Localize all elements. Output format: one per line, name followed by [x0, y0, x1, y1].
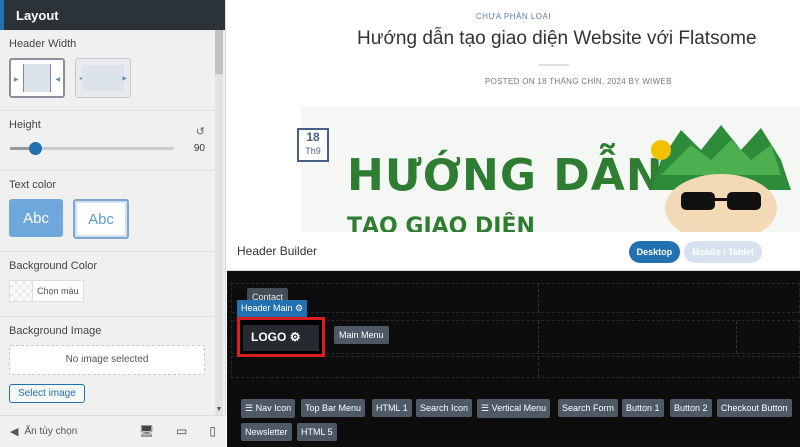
gear-icon[interactable]: ⚙	[295, 303, 303, 313]
button1-element[interactable]: Button 1	[622, 399, 664, 417]
header-width-label: Header Width	[9, 38, 77, 50]
header-main-text: Header Main	[241, 303, 293, 313]
scroll-down-icon[interactable]: ▼	[215, 406, 223, 413]
html1-element[interactable]: HTML 1	[372, 399, 412, 417]
nav-icon-element[interactable]: ☰ Nav Icon	[241, 399, 296, 418]
select-image-button[interactable]: Select image	[9, 384, 85, 403]
newsletter-element[interactable]: Newsletter	[241, 423, 292, 441]
text-color-label: Text color	[9, 179, 57, 191]
logo-highlight: LOGO ⚙	[237, 317, 325, 357]
header-width-full-option[interactable]: ◀ ▶	[75, 58, 131, 98]
text-color-dark-option[interactable]: Abc	[73, 199, 129, 239]
banner-heading: HƯỚNG DẪN	[347, 150, 664, 201]
arrow-left-icon: ▶	[14, 77, 19, 83]
desktop-preview-icon[interactable]: 🖥	[139, 424, 154, 438]
collapse-icon[interactable]: ◀	[10, 425, 18, 438]
html5-element[interactable]: HTML 5	[297, 423, 337, 441]
vertical-menu-element[interactable]: ☰ Vertical Menu	[477, 399, 551, 418]
reset-icon[interactable]: ↺	[196, 125, 205, 138]
text-color-section: Text color Abc Abc	[0, 171, 214, 252]
text-color-light-option[interactable]: Abc	[9, 199, 63, 237]
main-menu-element[interactable]: Main Menu	[334, 326, 389, 344]
customizer-panel: Layout Header Width ▶ ◀ ◀ ▶ Height ↺	[0, 0, 226, 447]
slider-handle[interactable]	[28, 142, 42, 155]
desktop-tab[interactable]: Desktop	[628, 241, 681, 263]
arrow-right-icon: ◀	[55, 77, 60, 83]
gear-icon[interactable]: ⚙	[290, 330, 301, 344]
panel-scrollbar[interactable]: ▼	[215, 30, 223, 415]
site-preview: CHƯA PHÂN LOẠI Hướng dẫn tạo giao diện W…	[227, 0, 800, 447]
button2-element[interactable]: Button 2	[670, 399, 712, 417]
post-category[interactable]: CHƯA PHÂN LOẠI	[227, 12, 800, 21]
image-placeholder: No image selected	[9, 345, 205, 375]
tablet-preview-icon[interactable]: ▭	[176, 424, 187, 438]
header-bottom-row	[231, 356, 800, 378]
checkout-button-element[interactable]: Checkout Button	[717, 399, 792, 417]
search-icon-element[interactable]: Search Icon	[416, 399, 473, 417]
title-divider	[539, 64, 569, 66]
bg-image-section: Background Image No image selected Selec…	[0, 317, 214, 403]
arrow-right-icon: ▶	[122, 76, 127, 82]
color-swatch[interactable]	[9, 280, 33, 302]
header-width-section: Header Width ▶ ◀ ◀ ▶	[0, 30, 214, 111]
post-meta: POSTED ON 18 THÁNG CHÍN, 2024 BY WIWEB	[485, 77, 672, 86]
bg-color-section: Background Color Chọn màu	[0, 252, 214, 317]
panel-footer: ◀ Ẩn tùy chọn 🖥 ▭ ▯	[0, 415, 226, 447]
height-label: Height	[9, 119, 41, 131]
featured-image: HƯỚNG DẪN TẠO GIAO DIỆN	[301, 106, 800, 240]
options-scroll-area: Header Width ▶ ◀ ◀ ▶ Height ↺	[0, 30, 214, 415]
header-builder-toolbar: Header Builder Desktop Mobile / Tablet	[227, 232, 800, 271]
choose-color-button[interactable]: Chọn màu	[33, 280, 84, 302]
height-section: Height ↺ 90	[0, 111, 214, 171]
section-header[interactable]: Layout	[0, 0, 225, 30]
hide-options-link[interactable]: Ẩn tùy chọn	[24, 426, 77, 437]
mobile-preview-icon[interactable]: ▯	[209, 424, 216, 438]
top-bar-row	[231, 283, 800, 313]
header-main-label[interactable]: Header Main ⚙	[237, 300, 308, 317]
height-value: 90	[193, 143, 205, 154]
logo-label: LOGO	[251, 330, 287, 344]
height-slider[interactable]	[10, 142, 174, 155]
date-day: 18	[306, 130, 320, 144]
date-month: Th9	[305, 146, 321, 156]
header-builder: Header Builder Desktop Mobile / Tablet C…	[227, 232, 800, 447]
mascot-illustration	[651, 125, 791, 240]
header-builder-title: Header Builder	[237, 244, 318, 258]
bg-image-label: Background Image	[9, 325, 102, 337]
bg-color-label: Background Color	[9, 260, 98, 272]
logo-element[interactable]: LOGO ⚙	[243, 325, 319, 351]
search-form-element[interactable]: Search Form	[558, 399, 619, 417]
post-title: Hướng dẫn tạo giao diện Website với Flat…	[357, 28, 757, 49]
mobile-tablet-tab[interactable]: Mobile / Tablet	[684, 241, 762, 263]
date-badge: 18 Th9	[297, 128, 329, 162]
header-width-container-option[interactable]: ▶ ◀	[9, 58, 65, 98]
top-bar-menu-element[interactable]: Top Bar Menu	[301, 399, 366, 417]
